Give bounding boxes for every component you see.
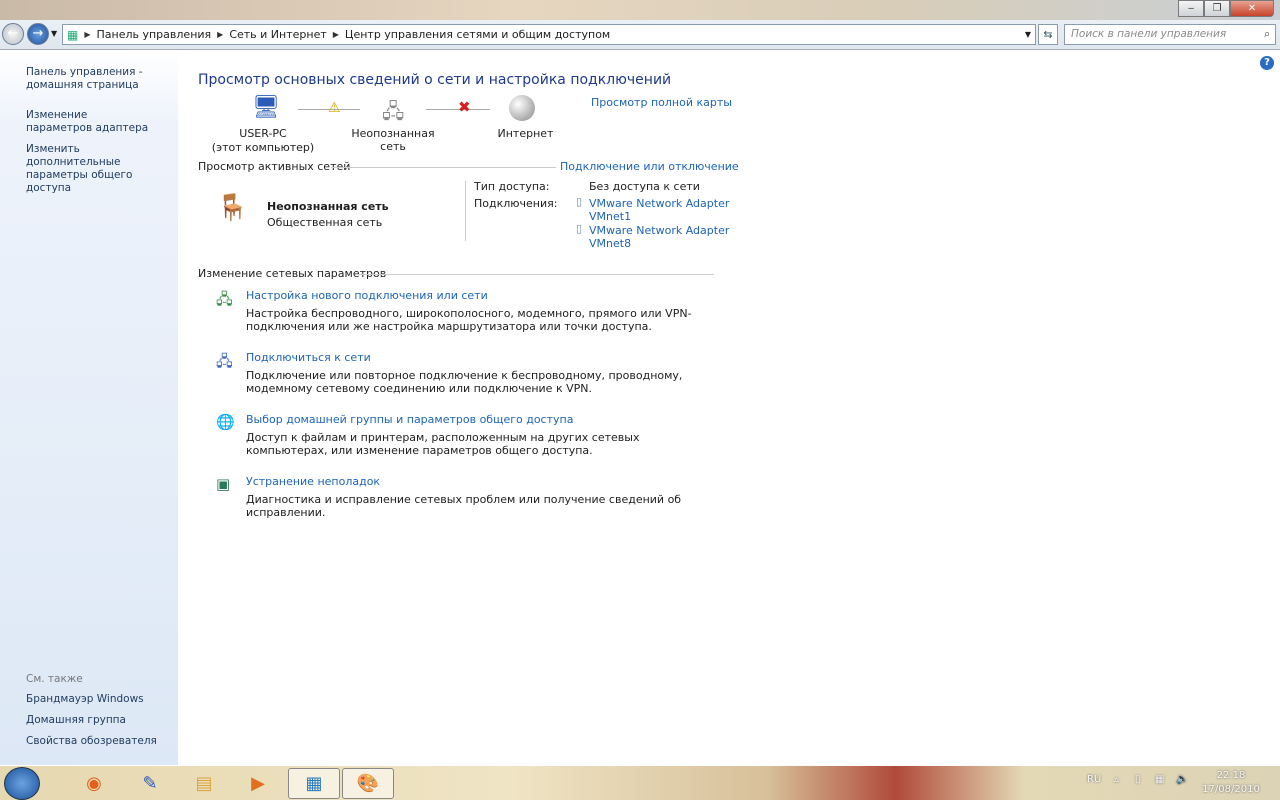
- chevron-right-icon[interactable]: ▶: [84, 30, 90, 39]
- connections-label: Подключения:: [474, 197, 558, 210]
- task-description: Подключение или повторное подключение к …: [246, 369, 683, 395]
- error-x-icon: ✖: [458, 98, 471, 116]
- sidebar: Панель управления - домашняя страница Из…: [0, 51, 178, 765]
- full-map-link[interactable]: Просмотр полной карты: [591, 96, 732, 109]
- task-description: Доступ к файлам и принтерам, расположенн…: [246, 431, 640, 457]
- warning-icon: ⚠: [328, 100, 341, 116]
- taskbar: ◉ ✎ ▤ ▶ ▦ 🎨 RU ▵ ▯ ▦ 🔈 22:18 17/08/2010: [0, 765, 1280, 800]
- new-connection-icon: 🖧: [216, 290, 233, 308]
- access-type-value: Без доступа к сети: [589, 180, 700, 193]
- battery-icon[interactable]: ▯: [1135, 774, 1141, 785]
- close-button[interactable]: ✕: [1230, 0, 1274, 17]
- task-homegroup-link[interactable]: Выбор домашней группы и параметров общег…: [246, 413, 573, 426]
- task-description: Настройка беспроводного, широкополосного…: [246, 307, 692, 333]
- language-indicator[interactable]: RU: [1087, 774, 1101, 785]
- map-network[interactable]: Неопознанная сеть: [338, 127, 448, 153]
- title-bar: ‒ ❐ ✕: [0, 0, 1280, 20]
- bench-icon[interactable]: 🪑: [216, 193, 248, 223]
- computer-icon: 🖥: [252, 95, 280, 120]
- show-hidden-icons-button[interactable]: ▵: [1114, 774, 1119, 785]
- explorer-taskbar-button[interactable]: ▤: [178, 768, 230, 799]
- task-troubleshoot-link[interactable]: Устранение неполадок: [246, 475, 380, 488]
- search-icon: ⌕: [1264, 28, 1270, 40]
- see-also-heading: См. также: [26, 673, 83, 685]
- network-tray-icon[interactable]: ▦: [1155, 774, 1164, 785]
- homegroup-icon: 🌐: [216, 413, 235, 431]
- address-bar[interactable]: ▦ ▶ Панель управления ▶ Сеть и Интернет …: [62, 24, 1036, 45]
- task-connect-link[interactable]: Подключиться к сети: [246, 351, 371, 364]
- refresh-button[interactable]: ⇆: [1038, 24, 1058, 45]
- start-button[interactable]: [4, 767, 40, 800]
- connection-vmnet8-link[interactable]: VMware Network Adapter VMnet8: [589, 224, 729, 250]
- back-button[interactable]: ←: [2, 23, 24, 45]
- task-description: Диагностика и исправление сетевых пробле…: [246, 493, 682, 519]
- address-dropdown[interactable]: ▼: [1025, 30, 1031, 39]
- see-also-firewall-link[interactable]: Брандмауэр Windows: [26, 693, 144, 706]
- map-internet[interactable]: Интернет: [478, 127, 573, 140]
- media-player-taskbar-button[interactable]: ▶: [232, 768, 284, 799]
- network-name: Неопознанная сеть: [267, 200, 389, 213]
- see-also-internet-options-link[interactable]: Свойства обозревателя: [26, 735, 157, 748]
- control-panel-taskbar-button[interactable]: ▦: [288, 768, 340, 799]
- adapter-icon: ▯: [576, 195, 583, 208]
- maximize-button[interactable]: ❐: [1204, 0, 1230, 17]
- control-panel-icon: ▦: [67, 27, 79, 42]
- sidebar-sharing-settings-link[interactable]: Изменить дополнительные параметры общего…: [26, 143, 171, 195]
- main-content: Просмотр основных сведений о сети и наст…: [178, 51, 1280, 765]
- firefox-taskbar-button[interactable]: ◉: [68, 768, 120, 799]
- see-also-homegroup-link[interactable]: Домашняя группа: [26, 714, 126, 727]
- map-computer[interactable]: USER-PC (этот компьютер): [208, 127, 318, 155]
- active-networks-heading: Просмотр активных сетей: [198, 160, 351, 173]
- network-icon: 🖧: [382, 99, 405, 123]
- network-type-link[interactable]: Общественная сеть: [267, 216, 382, 229]
- access-type-label: Тип доступа:: [474, 180, 550, 193]
- minimize-button[interactable]: ‒: [1178, 0, 1204, 17]
- connect-network-icon: 🖧: [216, 352, 233, 370]
- page-title: Просмотр основных сведений о сети и наст…: [198, 72, 672, 88]
- breadcrumb-network-internet[interactable]: Сеть и Интернет: [229, 28, 326, 41]
- search-input[interactable]: Поиск в панели управления ⌕: [1064, 24, 1276, 45]
- recent-pages-dropdown[interactable]: ▼: [51, 29, 57, 38]
- sidebar-adapter-settings-link[interactable]: Изменение параметров адаптера: [26, 109, 156, 135]
- volume-icon[interactable]: 🔈: [1176, 774, 1188, 785]
- troubleshoot-icon: ▣: [216, 475, 231, 493]
- connection-vmnet1-link[interactable]: VMware Network Adapter VMnet1: [589, 197, 729, 223]
- clock[interactable]: 22:18 17/08/2010: [1198, 769, 1264, 797]
- internet-globe-icon: [509, 95, 535, 121]
- breadcrumb-network-center[interactable]: Центр управления сетями и общим доступом: [345, 28, 610, 41]
- paint-taskbar-button[interactable]: 🎨: [342, 768, 394, 799]
- chevron-right-icon[interactable]: ▶: [217, 30, 223, 39]
- sidebar-home-link[interactable]: Панель управления - домашняя страница: [26, 66, 156, 92]
- app-taskbar-button[interactable]: ✎: [124, 768, 176, 799]
- connect-disconnect-link[interactable]: Подключение или отключение: [560, 160, 739, 173]
- forward-button[interactable]: →: [27, 23, 49, 45]
- chevron-right-icon[interactable]: ▶: [333, 30, 339, 39]
- navigation-bar: ← → ▼ ▦ ▶ Панель управления ▶ Сеть и Инт…: [0, 20, 1280, 50]
- adapter-icon: ▯: [576, 222, 583, 235]
- task-new-connection-link[interactable]: Настройка нового подключения или сети: [246, 289, 488, 302]
- breadcrumb-control-panel[interactable]: Панель управления: [97, 28, 212, 41]
